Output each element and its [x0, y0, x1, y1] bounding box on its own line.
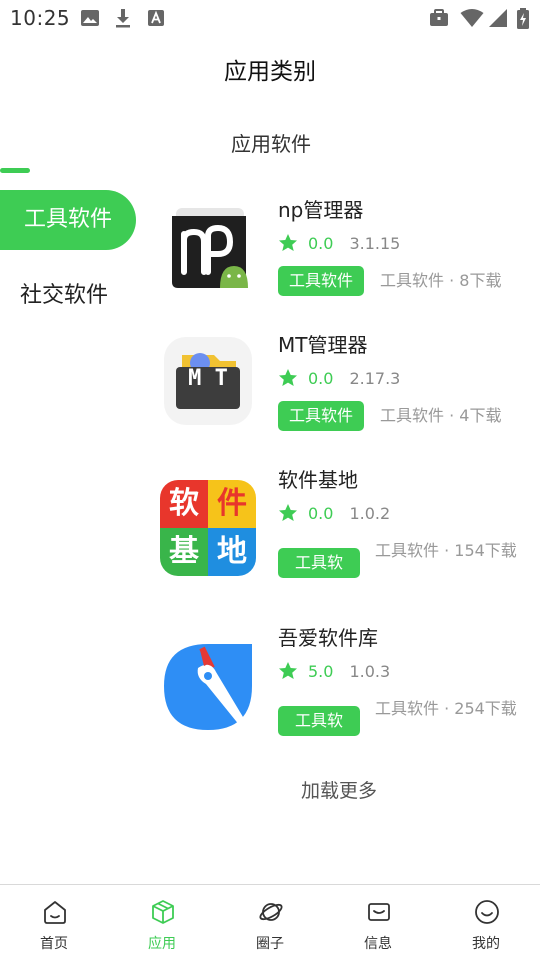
- nav-item-apps[interactable]: 应用: [108, 885, 216, 961]
- app-list-item[interactable]: 吾爱软件库 5.0 1.0.3 工具软 工具软件 · 254下载: [160, 622, 530, 752]
- category-tag: 工具软: [278, 548, 360, 578]
- rating-value: 5.0: [308, 661, 334, 681]
- star-icon: [279, 369, 297, 386]
- wifi-icon: [460, 9, 484, 27]
- star-icon: [279, 662, 297, 679]
- battery-icon: [517, 8, 529, 29]
- tab-indicator: [0, 168, 30, 173]
- section-title: 应用软件: [231, 132, 311, 156]
- rating-row: 5.0 1.0.3: [278, 660, 390, 682]
- cube-icon: [152, 900, 174, 924]
- star-icon: [279, 504, 297, 521]
- signal-icon: [489, 9, 507, 27]
- nav-label: 信息: [364, 936, 392, 952]
- app-meta: 工具软件 · 8下载: [380, 271, 502, 290]
- rating-row: 0.0 2.17.3: [278, 367, 400, 389]
- sidebar-item-tools[interactable]: 工具软件: [0, 190, 136, 250]
- app-name: np管理器: [278, 198, 364, 222]
- image-icon: [81, 10, 99, 26]
- version-text: 1.0.3: [349, 661, 391, 681]
- status-time: 10:25: [10, 6, 71, 30]
- rating-value: 0.0: [308, 503, 334, 523]
- star-icon: [279, 234, 297, 251]
- load-more-button[interactable]: 加载更多: [150, 776, 528, 803]
- app-meta: 工具软件 · 4下载: [380, 406, 502, 425]
- category-tag: 工具软件: [278, 266, 364, 296]
- nav-label: 首页: [40, 936, 68, 952]
- smile-icon: [475, 900, 499, 924]
- app-list-item[interactable]: 软 件 基 地 软件基地 0.0 1.0.2 工具软 工具软件 · 154下载: [160, 464, 530, 594]
- page-title: 应用类别: [224, 59, 316, 85]
- version-text: 3.1.15: [349, 233, 401, 253]
- app-name: 软件基地: [278, 468, 358, 492]
- font-icon: [148, 10, 164, 26]
- software-base-app-icon: 软 件 基 地: [160, 480, 256, 576]
- rating-row: 0.0 3.1.15: [278, 232, 400, 254]
- download-icon: [116, 9, 130, 28]
- nav-label: 圈子: [256, 936, 284, 952]
- message-icon: [368, 903, 390, 921]
- app-name: MT管理器: [278, 333, 368, 357]
- nav-label: 应用: [148, 936, 176, 952]
- nav-label: 我的: [472, 936, 500, 952]
- planet-icon: [259, 903, 283, 921]
- bottom-navigation: 首页 应用 圈子 信息 我的: [0, 884, 540, 961]
- category-tag: 工具软件: [278, 401, 364, 431]
- nav-item-profile[interactable]: 我的: [432, 885, 540, 961]
- version-text: 1.0.2: [349, 503, 391, 523]
- rating-value: 0.0: [308, 233, 334, 253]
- nav-item-messages[interactable]: 信息: [324, 885, 432, 961]
- category-tag: 工具软: [278, 706, 360, 736]
- briefcase-icon: [430, 9, 448, 26]
- nav-item-circle[interactable]: 圈子: [216, 885, 324, 961]
- status-bar: 10:25: [0, 0, 540, 36]
- app-meta: 工具软件 · 254下载: [375, 699, 517, 718]
- version-text: 2.17.3: [349, 368, 401, 388]
- app-name: 吾爱软件库: [278, 626, 378, 650]
- sidebar-item-social[interactable]: 社交软件: [0, 266, 136, 326]
- rating-value: 0.0: [308, 368, 334, 388]
- wuai-library-app-icon: [162, 640, 254, 732]
- home-icon: [44, 901, 66, 924]
- app-list-item[interactable]: np管理器 0.0 3.1.15 工具软件 工具软件 · 8下载: [160, 194, 530, 304]
- np-manager-app-icon: [172, 208, 248, 288]
- app-meta: 工具软件 · 154下载: [375, 541, 517, 560]
- rating-row: 0.0 1.0.2: [278, 502, 390, 524]
- app-list-item[interactable]: M T MT管理器 0.0 2.17.3 工具软件 工具软件 · 4下载: [160, 329, 530, 439]
- nav-item-home[interactable]: 首页: [0, 885, 108, 961]
- mt-icon-letters: M T: [188, 366, 228, 391]
